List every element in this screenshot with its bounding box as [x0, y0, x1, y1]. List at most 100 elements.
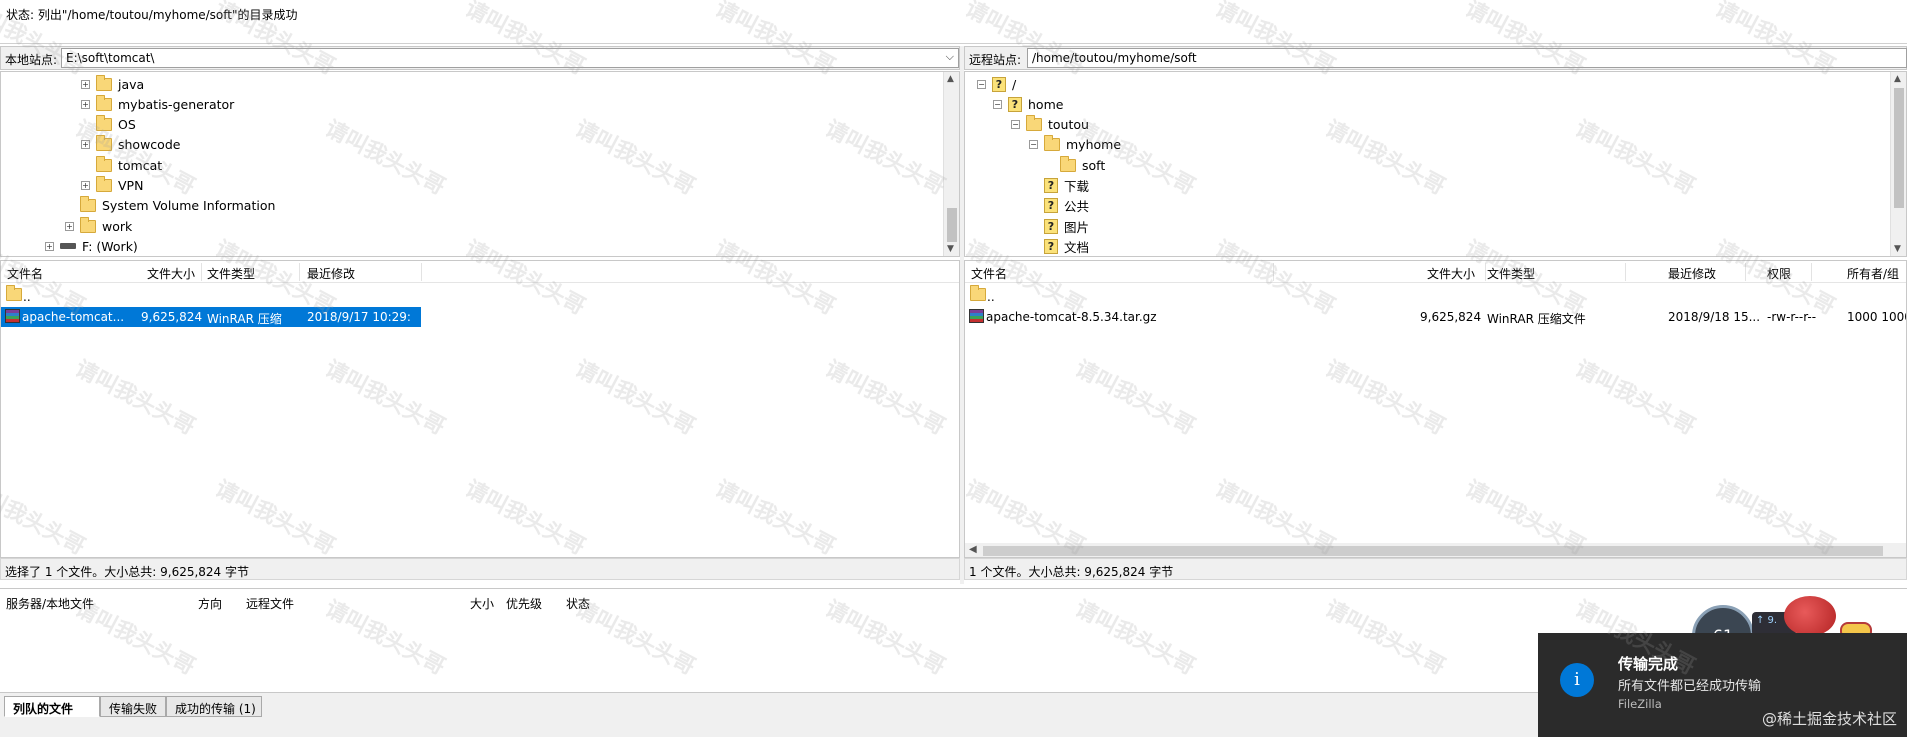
expand-icon[interactable]: +	[45, 241, 54, 251]
scrollbar-thumb[interactable]	[947, 208, 957, 242]
scroll-down-icon[interactable]: ▼	[947, 244, 954, 254]
tree-item-label: work	[102, 218, 133, 234]
file-name: apache-tomcat-8.5.34.tar.gz	[986, 310, 1157, 324]
tree-item[interactable]: ? 公共	[1029, 196, 1089, 216]
tree-item-label: showcode	[118, 137, 181, 153]
column-filename[interactable]: 文件名	[971, 265, 1007, 282]
notification-toast[interactable]: i 传输完成 所有文件都已经成功传输 FileZilla @稀土掘金技术社区	[1538, 633, 1907, 737]
collapse-icon[interactable]: −	[1029, 140, 1038, 150]
collapse-icon[interactable]: −	[993, 99, 1002, 109]
winrar-archive-icon	[969, 309, 984, 323]
collapse-icon[interactable]: −	[977, 79, 986, 89]
tree-item[interactable]: + java	[81, 74, 144, 94]
tree-item[interactable]: ? 图片	[1029, 216, 1089, 236]
file-permissions: -rw-r--r--	[1767, 310, 1817, 324]
desktop-pet-icon[interactable]	[1784, 596, 1836, 636]
tree-item[interactable]: ? 下载	[1029, 176, 1089, 196]
column-filename[interactable]: 文件名	[7, 265, 43, 282]
column-priority[interactable]: 优先级	[506, 595, 542, 612]
folder-icon	[970, 285, 986, 301]
column-local-file[interactable]: 服务器/本地文件	[6, 595, 94, 612]
scroll-left-icon[interactable]: ◀	[969, 544, 977, 555]
column-owner[interactable]: 所有者/组	[1847, 265, 1899, 282]
expand-icon[interactable]: +	[81, 99, 90, 109]
column-permissions[interactable]: 权限	[1767, 265, 1791, 282]
folder-icon	[6, 285, 22, 301]
tree-item[interactable]: + F: (Work)	[45, 236, 138, 256]
tree-item[interactable]: − toutou	[1011, 115, 1089, 135]
tree-item[interactable]: ? 文档	[1029, 236, 1089, 256]
tree-item[interactable]: tomcat	[81, 155, 162, 175]
list-item-parent[interactable]: ..	[965, 285, 1906, 307]
folder-icon	[1026, 115, 1042, 132]
tab-failed-transfers[interactable]: 传输失败	[100, 696, 166, 717]
list-item-parent[interactable]: ..	[1, 285, 959, 307]
tree-item[interactable]: soft	[1045, 155, 1105, 175]
tree-item[interactable]: OS	[81, 115, 136, 135]
list-item[interactable]: apache-tomcat-8.5.34.tar.gz 9,625,824 Wi…	[965, 307, 1906, 327]
remote-file-list[interactable]: 文件名 文件大小 文件类型 最近修改 权限 所有者/组 .. apache-to…	[964, 260, 1907, 558]
tree-item-label: tomcat	[118, 157, 163, 173]
column-size[interactable]: 大小	[470, 595, 494, 612]
scroll-up-icon[interactable]: ▲	[947, 74, 954, 84]
chevron-down-icon[interactable]: ⌵	[946, 50, 954, 64]
column-status[interactable]: 状态	[566, 595, 590, 612]
column-filetype[interactable]: 文件类型	[1487, 265, 1535, 282]
local-file-list[interactable]: 文件名 文件大小 文件类型 最近修改 .. apache-tomcat... 9…	[0, 260, 960, 558]
scroll-down-icon[interactable]: ▼	[1894, 244, 1901, 254]
tree-item-label: System Volume Information	[102, 198, 276, 214]
scroll-up-icon[interactable]: ▲	[1894, 74, 1901, 84]
folder-icon	[96, 155, 112, 172]
tree-item[interactable]: + work	[65, 216, 132, 236]
file-name: ..	[987, 290, 995, 304]
tree-item[interactable]: −? /	[977, 74, 1016, 94]
local-site-label: 本地站点:	[5, 53, 58, 67]
list-item-selected[interactable]: apache-tomcat... 9,625,824 WinRAR 压缩 201…	[1, 307, 421, 327]
tree-item[interactable]: − myhome	[1029, 135, 1121, 155]
local-directory-tree[interactable]: + java + mybatis-generator OS + showcode tomcat…	[0, 71, 960, 257]
folder-icon	[96, 135, 112, 152]
tree-item-label: toutou	[1048, 117, 1089, 133]
local-tree-scrollbar[interactable]: ▲ ▼	[943, 72, 959, 256]
tree-item-label: mybatis-generator	[118, 96, 235, 112]
column-modified[interactable]: 最近修改	[1668, 265, 1716, 282]
local-site-path-combo[interactable]: E:\soft\tomcat\ ⌵	[61, 48, 959, 68]
remote-list-hscrollbar[interactable]: ◀	[965, 543, 1906, 557]
remote-site-path-combo[interactable]: /home/toutou/myhome/soft	[1027, 48, 1907, 68]
tree-item-label: 图片	[1064, 219, 1090, 235]
tree-item-label: OS	[118, 117, 136, 133]
column-direction[interactable]: 方向	[198, 595, 222, 612]
column-modified[interactable]: 最近修改	[307, 265, 355, 282]
file-name: apache-tomcat...	[22, 310, 125, 324]
tree-item[interactable]: + VPN	[81, 176, 143, 196]
scrollbar-thumb[interactable]	[983, 546, 1883, 556]
question-folder-icon: ?	[1044, 238, 1058, 254]
tab-successful-transfers[interactable]: 成功的传输 (1)	[166, 696, 262, 717]
file-size: 9,625,824	[1420, 310, 1482, 324]
tree-item[interactable]: + showcode	[81, 135, 180, 155]
tree-item[interactable]: + mybatis-generator	[81, 94, 234, 114]
expand-icon[interactable]: +	[81, 79, 90, 89]
expand-icon[interactable]: +	[81, 140, 90, 150]
expand-icon[interactable]: +	[65, 221, 74, 231]
tree-item-label: soft	[1082, 157, 1106, 173]
scrollbar-thumb[interactable]	[1894, 88, 1904, 208]
column-filetype[interactable]: 文件类型	[207, 265, 255, 282]
column-remote-file[interactable]: 远程文件	[246, 595, 294, 612]
collapse-icon[interactable]: −	[1011, 120, 1020, 130]
column-filesize[interactable]: 文件大小	[1427, 265, 1475, 282]
tree-item-label: 公共	[1064, 199, 1090, 215]
local-summary: 选择了 1 个文件。大小总共: 9,625,824 字节	[0, 558, 960, 580]
tab-queued-files[interactable]: 列队的文件	[4, 696, 100, 717]
tree-item[interactable]: −? home	[993, 94, 1063, 114]
folder-icon	[1044, 135, 1060, 152]
file-type: WinRAR 压缩	[207, 312, 282, 326]
remote-tree-scrollbar[interactable]: ▲ ▼	[1890, 72, 1906, 256]
column-filesize[interactable]: 文件大小	[147, 265, 195, 282]
file-owner: 1000 1000	[1847, 310, 1907, 324]
remote-directory-tree[interactable]: −? / −? home − toutou − myhome soft? 下载? 公共? 图片? 文档 …	[964, 71, 1907, 257]
tree-item[interactable]: System Volume Information	[65, 196, 275, 216]
expand-icon[interactable]: +	[81, 181, 90, 190]
